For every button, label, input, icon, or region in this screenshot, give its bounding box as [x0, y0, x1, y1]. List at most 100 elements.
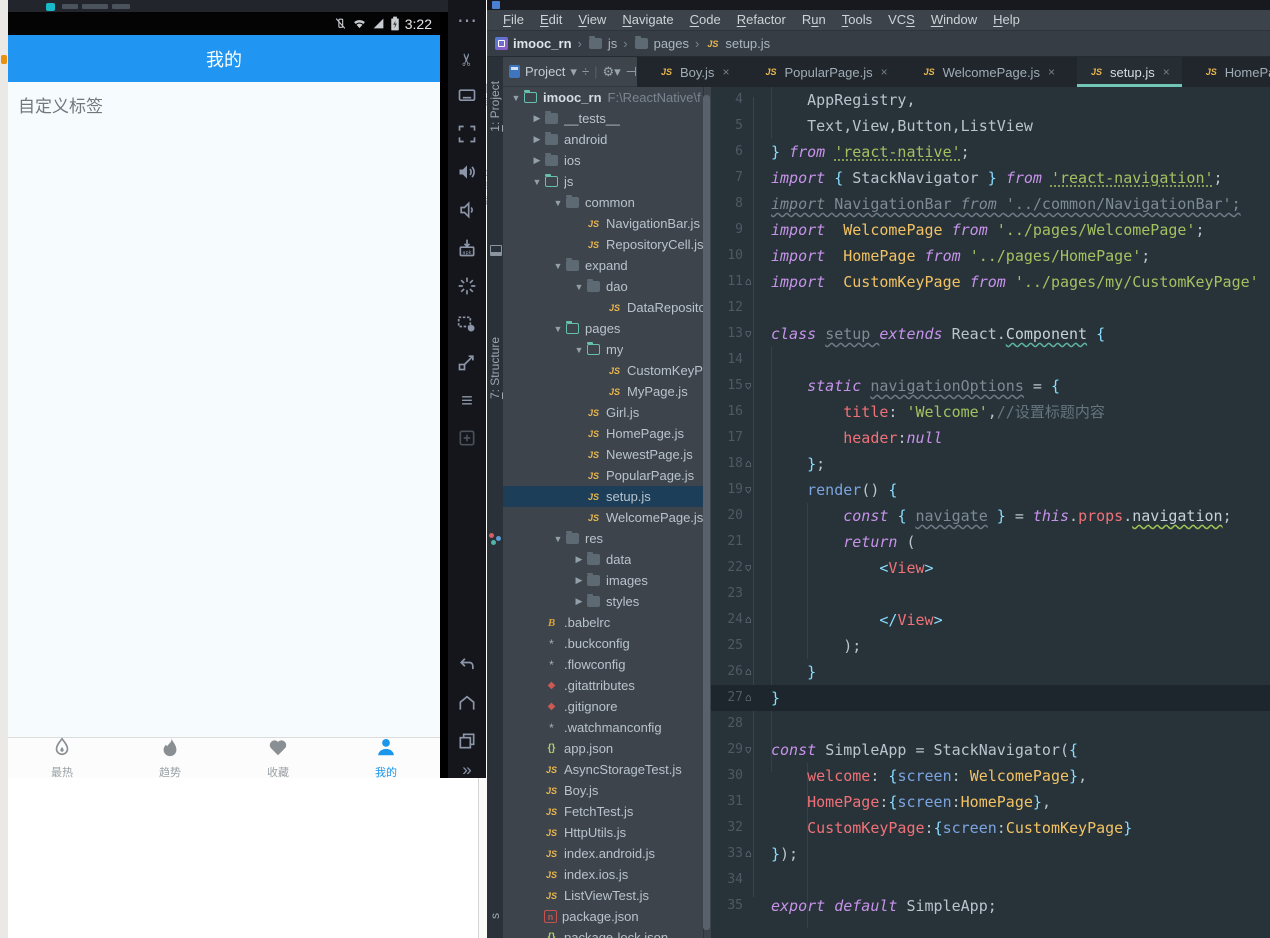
- tree-item-app.json[interactable]: {} app.json: [503, 738, 703, 759]
- fold-marker-icon[interactable]: ⌂: [745, 321, 752, 347]
- tree-item-.buckconfig[interactable]: * .buckconfig: [503, 633, 703, 654]
- tree-item-index.android.js[interactable]: JS index.android.js: [503, 843, 703, 864]
- tree-item-ListViewTest.js[interactable]: JS ListViewTest.js: [503, 885, 703, 906]
- code-line-19[interactable]: 19 ⌂ render() {: [711, 477, 1270, 503]
- tree-item-common[interactable]: ▼ common: [503, 192, 703, 213]
- code-line-24[interactable]: 24 ⌂ </View>: [711, 607, 1270, 633]
- toolbar-install-apk-button[interactable]: apk: [448, 238, 486, 262]
- editor-tab-setup.js[interactable]: JS setup.js ×: [1076, 57, 1182, 87]
- tree-item-MyPage.js[interactable]: JS MyPage.js: [503, 381, 703, 402]
- tree-item-.babelrc[interactable]: B .babelrc: [503, 612, 703, 633]
- code-line-14[interactable]: 14: [711, 347, 1270, 373]
- tree-item-DataRepository.js[interactable]: JS DataRepository.js: [503, 297, 703, 318]
- code-line-6[interactable]: 6} from 'react-native';: [711, 139, 1270, 165]
- toolbar-remote-button[interactable]: [448, 314, 486, 338]
- menu-item-view[interactable]: View: [570, 10, 614, 30]
- tree-item-package.json[interactable]: n package.json: [503, 906, 703, 927]
- fold-marker-icon[interactable]: ⌂: [745, 685, 752, 711]
- editor-tab-PopularPage.js[interactable]: JS PopularPage.js ×: [751, 57, 899, 87]
- code-line-5[interactable]: 5 Text,View,Button,ListView: [711, 113, 1270, 139]
- code-line-7[interactable]: 7 import { StackNavigator } from 'react-n…: [711, 165, 1270, 191]
- app-tab-我的[interactable]: 我的: [332, 738, 440, 779]
- nav-back-button[interactable]: [448, 652, 486, 678]
- code-line-11[interactable]: 11 ⌂ import CustomKeyPage from '../pages/m…: [711, 269, 1270, 295]
- breadcrumb-item-setup.js[interactable]: JS setup.js: [705, 36, 770, 51]
- menu-item-refactor[interactable]: Refactor: [729, 10, 794, 30]
- tool-strip-structure-tab[interactable]: 7: Structure: [488, 337, 502, 399]
- tree-item-.gitignore[interactable]: ◆ .gitignore: [503, 696, 703, 717]
- nav-recents-button[interactable]: [448, 728, 486, 754]
- tree-item-dao[interactable]: ▼ dao: [503, 276, 703, 297]
- menu-item-edit[interactable]: Edit: [532, 10, 570, 30]
- chevron-expanded-icon[interactable]: ▼: [530, 177, 544, 187]
- gear-icon[interactable]: ⚙▾: [602, 64, 620, 80]
- hide-panel-icon[interactable]: ⊣: [626, 64, 637, 80]
- tree-item-ios[interactable]: ▶ ios: [503, 150, 703, 171]
- code-line-9[interactable]: 9 import WelcomePage from '../pages/Welco…: [711, 217, 1270, 243]
- chevron-expanded-icon[interactable]: ▼: [572, 282, 586, 292]
- close-tab-icon[interactable]: ×: [1048, 65, 1055, 79]
- scroll-from-source-icon[interactable]: ÷: [582, 64, 589, 79]
- nav-home-button[interactable]: [448, 690, 486, 716]
- editor-tab-WelcomePage.js[interactable]: JS WelcomePage.js ×: [910, 57, 1067, 87]
- chevron-expanded-icon[interactable]: ▼: [551, 534, 565, 544]
- code-line-25[interactable]: 25 );: [711, 633, 1270, 659]
- tree-item-my[interactable]: ▼ my: [503, 339, 703, 360]
- tool-strip-project-tab[interactable]: 1: Project: [488, 81, 502, 132]
- tree-item-res[interactable]: ▼ res: [503, 528, 703, 549]
- code-line-17[interactable]: 17 header:null: [711, 425, 1270, 451]
- code-line-23[interactable]: 23: [711, 581, 1270, 607]
- tree-item-WelcomePage.js[interactable]: JS WelcomePage.js: [503, 507, 703, 528]
- breadcrumb-item-js[interactable]: js: [588, 36, 617, 51]
- code-line-34[interactable]: 34: [711, 867, 1270, 893]
- toolbar-sync-button[interactable]: [448, 276, 486, 300]
- code-line-12[interactable]: 12: [711, 295, 1270, 321]
- menu-item-help[interactable]: Help: [985, 10, 1028, 30]
- fold-marker-icon[interactable]: ⌂: [745, 737, 752, 763]
- tree-scrollbar[interactable]: [703, 95, 710, 930]
- code-line-21[interactable]: 21 return (: [711, 529, 1270, 555]
- tree-item-data[interactable]: ▶ data: [503, 549, 703, 570]
- toolbar-volume-up-button[interactable]: [448, 162, 486, 186]
- code-line-4[interactable]: 4 AppRegistry,: [711, 87, 1270, 113]
- menu-item-navigate[interactable]: Navigate: [614, 10, 681, 30]
- menu-item-tools[interactable]: Tools: [834, 10, 880, 30]
- toolbar-display-button[interactable]: [448, 86, 486, 110]
- code-line-16[interactable]: 16 title: 'Welcome',//设置标题内容: [711, 399, 1270, 425]
- breadcrumb-item-imooc_rn[interactable]: imooc_rn: [495, 36, 572, 51]
- fold-marker-icon[interactable]: ⌂: [745, 477, 752, 503]
- chevron-collapsed-icon[interactable]: ▶: [572, 596, 586, 607]
- tree-item-CustomKeyPage.js[interactable]: JS CustomKeyPage.js: [503, 360, 703, 381]
- chevron-collapsed-icon[interactable]: ▶: [572, 575, 586, 586]
- tree-item-imooc_rn[interactable]: ▼ imooc_rn F:\ReactNative\f: [503, 87, 703, 108]
- chevron-expanded-icon[interactable]: ▼: [509, 93, 523, 103]
- code-editor[interactable]: 4 AppRegistry, 5 Text,View,Button,ListVie…: [711, 87, 1270, 938]
- chevron-collapsed-icon[interactable]: ▶: [530, 134, 544, 145]
- toolbar-scissors-button[interactable]: ✂: [448, 48, 486, 72]
- fold-marker-icon[interactable]: ⌂: [745, 269, 752, 295]
- chevron-down-icon[interactable]: ▾: [570, 64, 577, 80]
- tool-strip-clipped-tab[interactable]: s: [488, 913, 502, 919]
- chevron-collapsed-icon[interactable]: ▶: [530, 113, 544, 124]
- tree-item-images[interactable]: ▶ images: [503, 570, 703, 591]
- code-line-27[interactable]: 27 ⌂}: [711, 685, 1270, 711]
- toolbar-more-button[interactable]: ⋯: [448, 10, 486, 34]
- tree-item-android[interactable]: ▶ android: [503, 129, 703, 150]
- tree-item-styles[interactable]: ▶ styles: [503, 591, 703, 612]
- tree-item-.watchmanconfig[interactable]: * .watchmanconfig: [503, 717, 703, 738]
- tree-item-AsyncStorageTest.js[interactable]: JS AsyncStorageTest.js: [503, 759, 703, 780]
- menu-item-run[interactable]: Run: [794, 10, 834, 30]
- toolbar-volume-down-button[interactable]: [448, 200, 486, 224]
- fold-marker-icon[interactable]: ⌂: [745, 373, 752, 399]
- tree-item-NavigationBar.js[interactable]: JS NavigationBar.js: [503, 213, 703, 234]
- toolbar-widgets-button[interactable]: [448, 428, 486, 452]
- code-line-10[interactable]: 10 import HomePage from '../pages/HomePag…: [711, 243, 1270, 269]
- toolbar-menu-button[interactable]: ≡: [448, 390, 486, 414]
- menu-item-code[interactable]: Code: [682, 10, 729, 30]
- menu-item-window[interactable]: Window: [923, 10, 985, 30]
- editor-tab-HomePage.js[interactable]: JS HomePage.js: [1192, 57, 1270, 87]
- tree-item-HomePage.js[interactable]: JS HomePage.js: [503, 423, 703, 444]
- close-tab-icon[interactable]: ×: [722, 65, 729, 79]
- tree-item-package-lock.json[interactable]: {} package-lock.json: [503, 927, 703, 938]
- fold-marker-icon[interactable]: ⌂: [745, 659, 752, 685]
